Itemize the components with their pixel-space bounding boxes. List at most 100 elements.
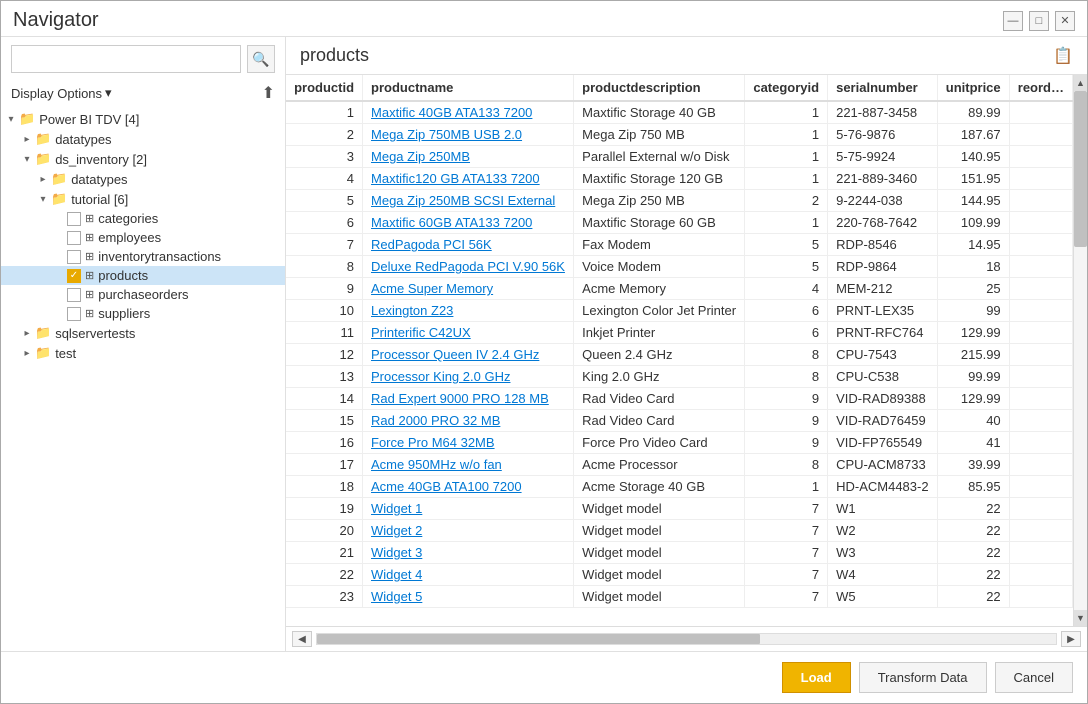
scroll-right-button[interactable]: ▶ [1061,631,1081,647]
table-cell: 8 [745,366,828,388]
tree-item-sqlservertests[interactable]: ▸📁sqlservertests [1,323,285,343]
maximize-button[interactable]: □ [1029,11,1049,31]
tree-item-powerbi[interactable]: ▾📁Power BI TDV [4] [1,109,285,129]
cancel-button[interactable]: Cancel [995,662,1073,693]
tree-item-datatypes1[interactable]: ▸📁datatypes [1,129,285,149]
close-button[interactable]: ✕ [1055,11,1075,31]
table-cell: 5-75-9924 [828,146,938,168]
table-cell: 22 [286,564,363,586]
table-row[interactable]: 9Acme Super MemoryAcme Memory4MEM-21225 [286,278,1073,300]
table-row[interactable]: 5Mega Zip 250MB SCSI ExternalMega Zip 25… [286,190,1073,212]
tree-item-purchaseorders[interactable]: ⊞purchaseorders [1,285,285,304]
table-row[interactable]: 6Maxtific 60GB ATA133 7200Maxtific Stora… [286,212,1073,234]
col-header-reorderl[interactable]: reord… [1009,75,1072,101]
table-row[interactable]: 13Processor King 2.0 GHzKing 2.0 GHz8CPU… [286,366,1073,388]
tree-item-suppliers[interactable]: ⊞suppliers [1,304,285,323]
folder-icon: 📁 [19,111,35,127]
col-header-categoryid[interactable]: categoryid [745,75,828,101]
table-row[interactable]: 21Widget 3Widget model7W322 [286,542,1073,564]
table-cell: W4 [828,564,938,586]
table-cell: Parallel External w/o Disk [574,146,745,168]
table-row[interactable]: 10Lexington Z23Lexington Color Jet Print… [286,300,1073,322]
table-cell: 13 [286,366,363,388]
search-button[interactable]: 🔍 [247,45,275,73]
tree-item-label: sqlservertests [55,326,135,341]
checkbox-purchaseorders[interactable] [67,288,81,302]
table-row[interactable]: 15Rad 2000 PRO 32 MBRad Video Card9VID-R… [286,410,1073,432]
tree-item-test[interactable]: ▸📁test [1,343,285,363]
tree-item-label: test [55,346,76,361]
table-row[interactable]: 17Acme 950MHz w/o fanAcme Processor8CPU-… [286,454,1073,476]
horizontal-scrollbar[interactable]: ◀ ▶ [286,626,1087,651]
table-row[interactable]: 2Mega Zip 750MB USB 2.0Mega Zip 750 MB15… [286,124,1073,146]
table-cell: 1 [745,212,828,234]
tree-item-employees[interactable]: ⊞employees [1,228,285,247]
table-row[interactable]: 19Widget 1Widget model7W122 [286,498,1073,520]
table-row[interactable]: 18Acme 40GB ATA100 7200Acme Storage 40 G… [286,476,1073,498]
table-cell: Acme 40GB ATA100 7200 [363,476,574,498]
col-header-serialnumber[interactable]: serialnumber [828,75,938,101]
scroll-down-button[interactable]: ▼ [1074,610,1087,626]
checkbox-employees[interactable] [67,231,81,245]
window-controls: — □ ✕ [1003,11,1075,31]
table-cell [1009,498,1072,520]
tree-item-products[interactable]: ✓⊞products [1,266,285,285]
right-panel: products 📋 productidproductnameproductde… [286,37,1087,651]
table-cell: HD-ACM4483-2 [828,476,938,498]
tree-item-categories[interactable]: ⊞categories [1,209,285,228]
export-icon[interactable]: 📋 [1053,46,1073,66]
tree-item-ds_inventory[interactable]: ▾📁ds_inventory [2] [1,149,285,169]
col-header-productid[interactable]: productid [286,75,363,101]
table-cell: 7 [286,234,363,256]
table-cell: W1 [828,498,938,520]
table-icon: ⊞ [85,288,94,301]
tree-item-inventorytransactions[interactable]: ⊞inventorytransactions [1,247,285,266]
col-header-unitprice[interactable]: unitprice [937,75,1009,101]
table-row[interactable]: 8Deluxe RedPagoda PCI V.90 56KVoice Mode… [286,256,1073,278]
table-row[interactable]: 3Mega Zip 250MBParallel External w/o Dis… [286,146,1073,168]
table-cell: 1 [745,101,828,124]
tree-item-tutorial[interactable]: ▾📁tutorial [6] [1,189,285,209]
table-row[interactable]: 23Widget 5Widget model7W522 [286,586,1073,608]
chevron-icon: ▸ [37,174,49,185]
table-row[interactable]: 22Widget 4Widget model7W422 [286,564,1073,586]
display-options-button[interactable]: Display Options ▾ [11,85,112,101]
scroll-up-button[interactable]: ▲ [1074,75,1087,91]
checkbox-categories[interactable] [67,212,81,226]
table-title: products [300,45,369,66]
tree-item-datatypes2[interactable]: ▸📁datatypes [1,169,285,189]
col-header-productname[interactable]: productname [363,75,574,101]
table-cell: 5 [745,256,828,278]
table-row[interactable]: 7RedPagoda PCI 56KFax Modem5RDP-854614.9… [286,234,1073,256]
table-cell: Rad 2000 PRO 32 MB [363,410,574,432]
table-cell: 9 [745,410,828,432]
table-row[interactable]: 20Widget 2Widget model7W222 [286,520,1073,542]
table-row[interactable]: 11Printerific C42UXInkjet Printer6PRNT-R… [286,322,1073,344]
table-cell: 187.67 [937,124,1009,146]
import-icon[interactable]: ⬆ [262,83,275,103]
h-scroll-track [316,633,1057,645]
checkbox-suppliers[interactable] [67,307,81,321]
table-cell: 22 [937,498,1009,520]
table-row[interactable]: 1Maxtific 40GB ATA133 7200Maxtific Stora… [286,101,1073,124]
table-cell: Widget model [574,586,745,608]
transform-data-button[interactable]: Transform Data [859,662,987,693]
table-row[interactable]: 4Maxtific120 GB ATA133 7200Maxtific Stor… [286,168,1073,190]
chevron-icon: ▾ [37,194,49,205]
table-row[interactable]: 12Processor Queen IV 2.4 GHzQueen 2.4 GH… [286,344,1073,366]
vertical-scrollbar[interactable]: ▲ ▼ [1073,75,1087,626]
scroll-left-button[interactable]: ◀ [292,631,312,647]
table-area[interactable]: productidproductnameproductdescriptionca… [286,75,1073,626]
checkbox-inventorytransactions[interactable] [67,250,81,264]
table-row[interactable]: 16Force Pro M64 32MBForce Pro Video Card… [286,432,1073,454]
col-header-productdescription[interactable]: productdescription [574,75,745,101]
table-cell [1009,124,1072,146]
checkbox-products[interactable]: ✓ [67,269,81,283]
load-button[interactable]: Load [782,662,851,693]
table-row[interactable]: 14Rad Expert 9000 PRO 128 MBRad Video Ca… [286,388,1073,410]
folder-icon: 📁 [35,151,51,167]
minimize-button[interactable]: — [1003,11,1023,31]
search-input[interactable] [11,45,241,73]
table-cell: Mega Zip 750 MB [574,124,745,146]
tree-item-label: categories [98,211,158,226]
